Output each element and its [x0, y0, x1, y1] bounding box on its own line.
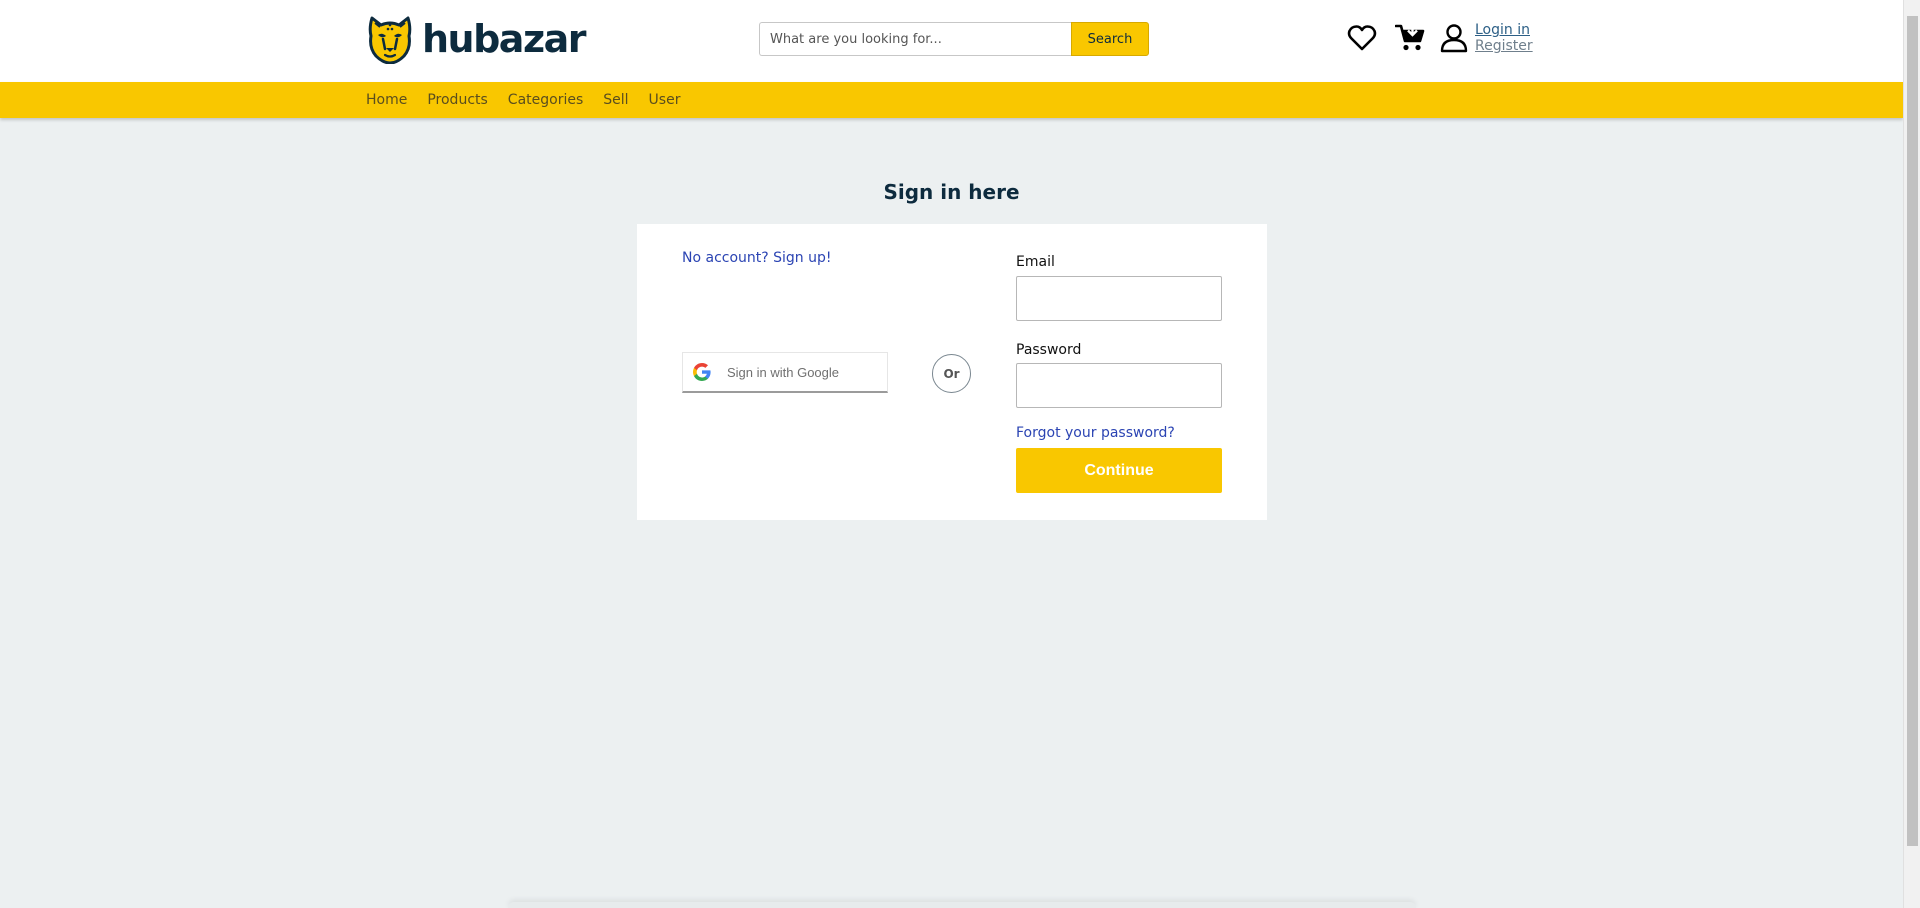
search-button[interactable]: Search	[1071, 22, 1149, 56]
brand-logo[interactable]: hubazar	[366, 14, 586, 64]
header-actions: Login in Register	[1347, 22, 1533, 54]
nav-items: Home Products Categories Sell User	[366, 82, 700, 118]
email-label: Email	[1016, 254, 1055, 270]
password-label: Password	[1016, 342, 1082, 358]
main-nav: Home Products Categories Sell User	[0, 82, 1903, 118]
site-header: hubazar Search Login in Register	[0, 0, 1903, 82]
cheetah-logo-icon	[368, 16, 412, 64]
signin-card: No account? Sign up! Sign in with Google…	[637, 224, 1267, 520]
page-scrollbar[interactable]	[1903, 0, 1920, 908]
cart-icon[interactable]	[1395, 23, 1425, 53]
register-link[interactable]: Register	[1475, 38, 1533, 54]
nav-item-categories[interactable]: Categories	[508, 92, 583, 108]
auth-links: Login in Register	[1475, 22, 1533, 54]
nav-item-home[interactable]: Home	[366, 92, 407, 108]
email-field[interactable]	[1016, 276, 1222, 321]
footer-edge	[508, 902, 1416, 908]
google-signin-button[interactable]: Sign in with Google	[682, 352, 888, 393]
or-divider: Or	[932, 354, 971, 393]
login-link[interactable]: Login in	[1475, 22, 1533, 38]
password-field[interactable]	[1016, 363, 1222, 408]
search-bar: Search	[759, 22, 1149, 56]
search-input[interactable]	[759, 22, 1071, 56]
forgot-password-link[interactable]: Forgot your password?	[1016, 425, 1175, 441]
user-icon[interactable]	[1439, 23, 1469, 53]
continue-button[interactable]: Continue	[1016, 448, 1222, 493]
google-signin-label: Sign in with Google	[727, 364, 840, 380]
heart-icon[interactable]	[1347, 23, 1377, 53]
brand-name: hubazar	[422, 17, 586, 61]
nav-item-user[interactable]: User	[649, 92, 681, 108]
signup-link[interactable]: No account? Sign up!	[682, 250, 832, 266]
google-icon	[693, 363, 711, 381]
page-title: Sign in here	[883, 180, 1020, 204]
nav-item-sell[interactable]: Sell	[603, 92, 628, 108]
nav-item-products[interactable]: Products	[427, 92, 487, 108]
scrollbar-thumb[interactable]	[1907, 16, 1918, 846]
